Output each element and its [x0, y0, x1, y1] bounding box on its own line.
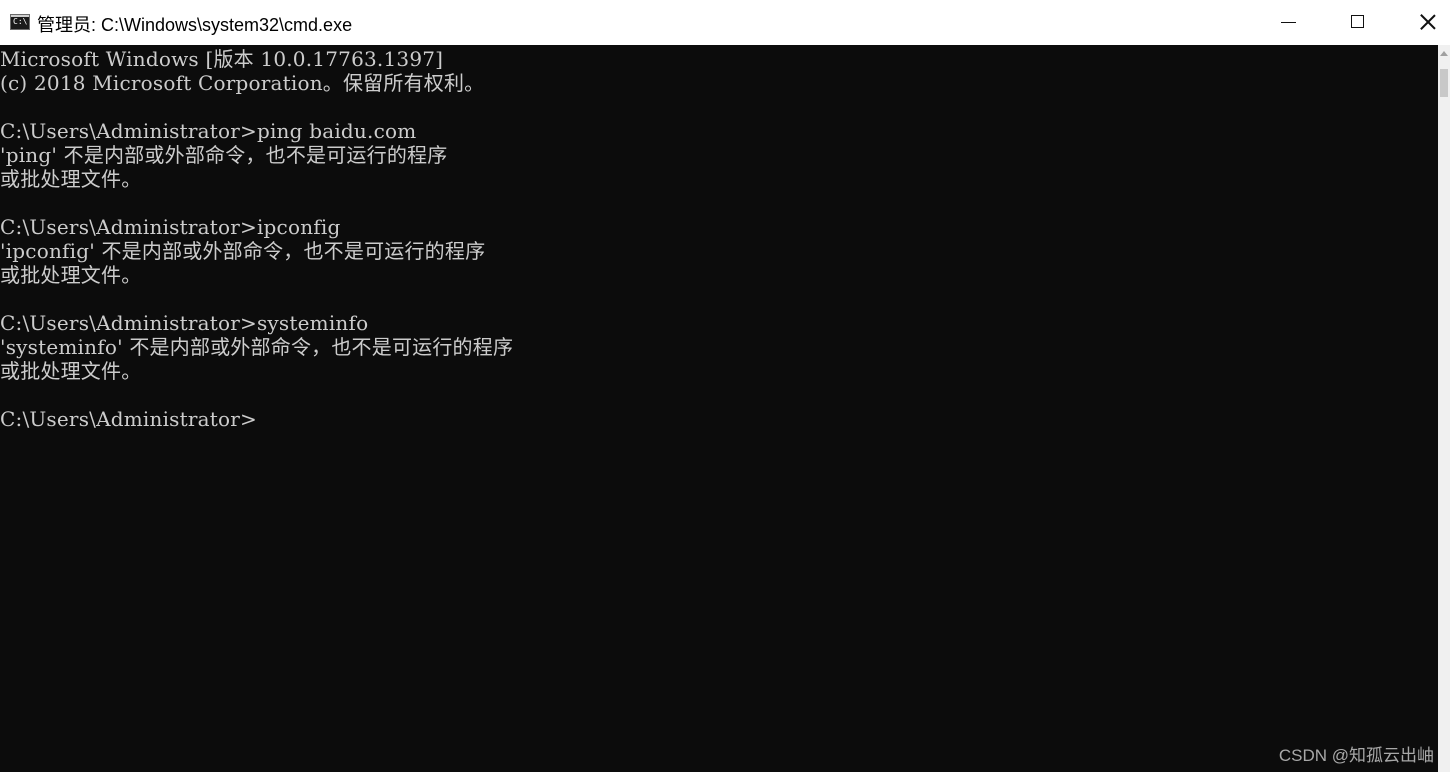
console-line: 'ipconfig' 不是内部或外部命令，也不是可运行的程序	[0, 239, 486, 263]
cmd-window: C:\ 管理员: C:\Windows\system32\cmd.exe Mic…	[0, 0, 1450, 772]
command-prompt[interactable]: C:\Users\Administrator>	[0, 407, 257, 431]
close-button[interactable]	[1393, 0, 1450, 45]
console-line: (c) 2018 Microsoft Corporation。保留所有权利。	[0, 71, 485, 95]
console-line: 'systeminfo' 不是内部或外部命令，也不是可运行的程序	[0, 335, 514, 359]
maximize-icon	[1351, 15, 1364, 28]
minimize-icon	[1281, 22, 1296, 23]
close-icon	[1420, 14, 1436, 30]
minimize-button[interactable]	[1253, 0, 1323, 45]
window-title: 管理员: C:\Windows\system32\cmd.exe	[37, 15, 353, 35]
console-line: 'ping' 不是内部或外部命令，也不是可运行的程序	[0, 143, 448, 167]
console-line: 或批处理文件。	[0, 167, 142, 191]
console-line: C:\Users\Administrator>systeminfo	[0, 311, 369, 335]
console-output[interactable]: Microsoft Windows [版本 10.0.17763.1397] (…	[0, 45, 1438, 772]
cmd-icon[interactable]: C:\	[10, 14, 30, 30]
console-line: 或批处理文件。	[0, 263, 142, 287]
scrollbar-thumb[interactable]	[1440, 69, 1448, 97]
watermark: CSDN @知孤云出岫	[1278, 746, 1434, 765]
title-bar[interactable]: C:\ 管理员: C:\Windows\system32\cmd.exe	[0, 0, 1450, 45]
vertical-scrollbar[interactable]	[1438, 45, 1450, 772]
console-line: Microsoft Windows [版本 10.0.17763.1397]	[0, 47, 444, 71]
maximize-button[interactable]	[1323, 0, 1393, 45]
console-line: C:\Users\Administrator>ipconfig	[0, 215, 341, 239]
scroll-up-icon[interactable]	[1440, 51, 1448, 56]
console-line: C:\Users\Administrator>ping baidu.com	[0, 119, 417, 143]
console-line: 或批处理文件。	[0, 359, 142, 383]
